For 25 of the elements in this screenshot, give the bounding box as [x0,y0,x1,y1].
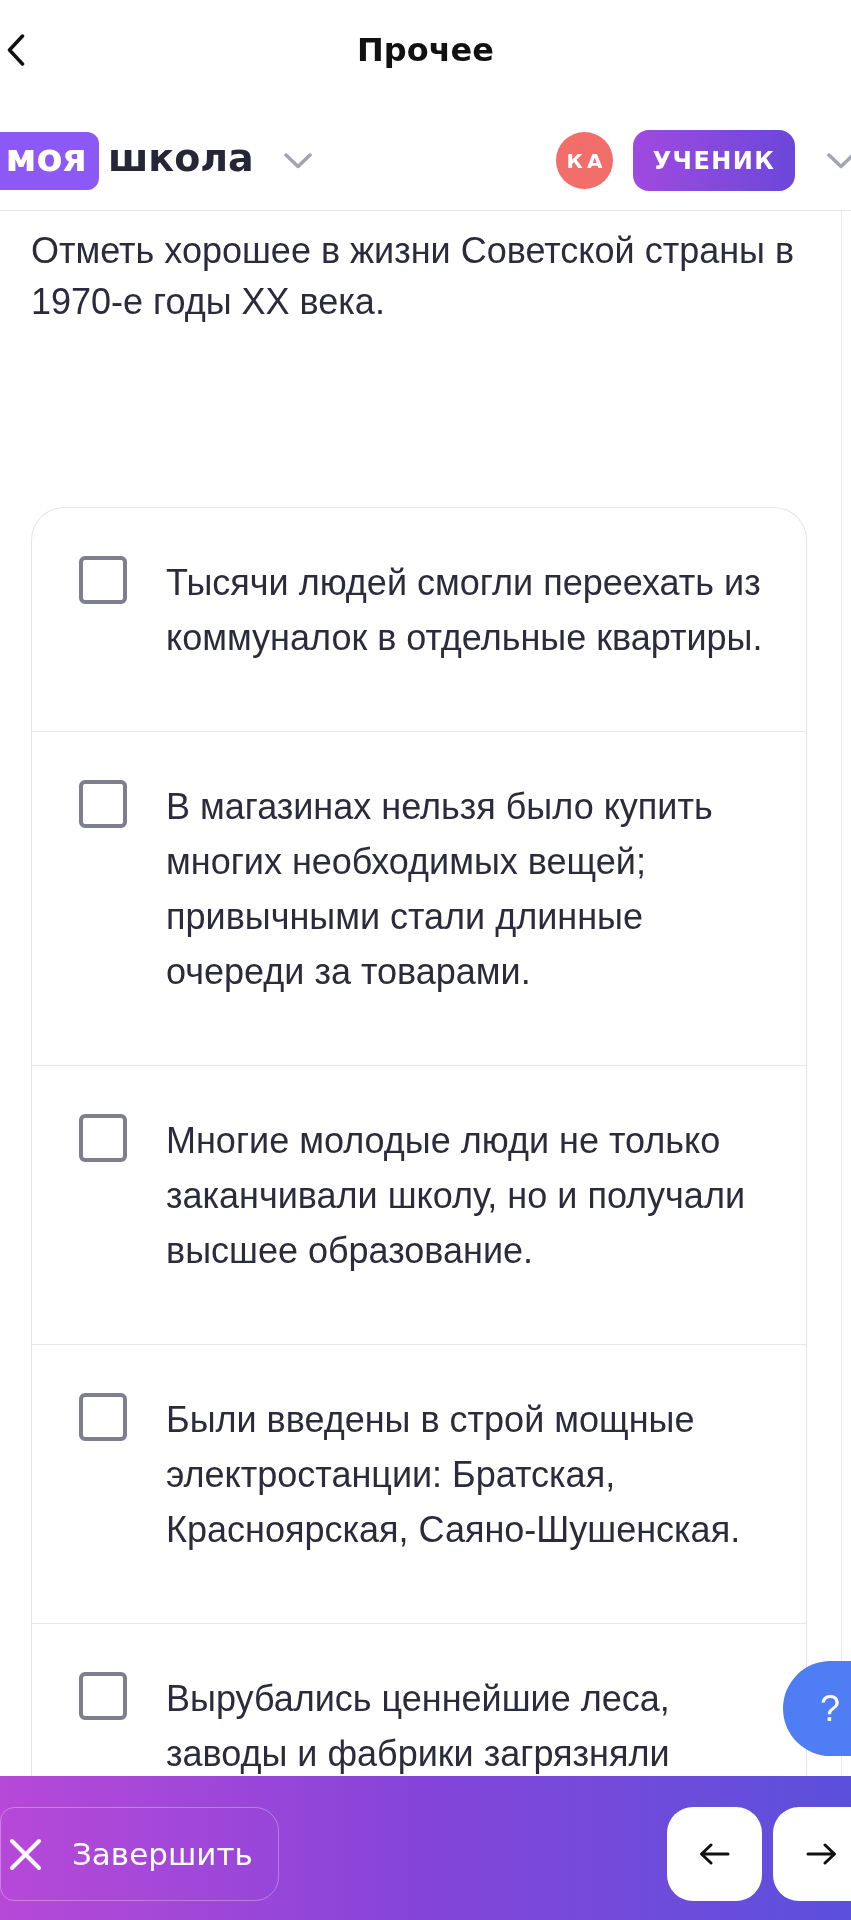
page-title: Прочее [356,30,494,70]
option-text: В магазинах нельзя было купить многих необходимых вещей; привычными стали длинные очереди за товарами. [166,785,714,994]
close-icon [9,1837,42,1871]
logo-badge: моя [0,131,99,190]
option-text: Вырубались ценнейшие леса, заводы и фабрики загрязняли [166,1677,671,1776]
checkbox[interactable] [79,556,127,604]
previous-button[interactable] [667,1807,762,1901]
next-button[interactable] [773,1807,851,1901]
chevron-down-icon[interactable] [283,152,312,169]
user-avatar[interactable]: КА [556,132,613,189]
question-text: Отметь хорошее в жизни Советской страны в 1970-е годы XX века. [30,229,796,324]
arrow-left-icon [699,1843,730,1865]
arrow-right-icon [806,1843,837,1865]
checkbox[interactable] [79,780,127,828]
checkbox[interactable] [79,1393,127,1441]
checkbox[interactable] [79,1114,127,1162]
finish-button[interactable]: Завершить [0,1807,279,1901]
chevron-down-icon[interactable] [827,152,851,169]
logo-text: школа [108,135,254,182]
option-text: Тысячи людей смогли переехать из коммуналок в отдельные квартиры. [166,561,764,660]
back-icon[interactable] [7,34,25,66]
option-text: Многие молодые люди не только заканчивали школу, но и получали высшее образование. [166,1119,746,1273]
option-text: Были введены в строй мощные электростанции: Братская, Красноярская, Саяно-Шушенская. [166,1398,742,1552]
role-badge: УЧЕНИК [633,130,795,191]
checkbox[interactable] [79,1672,127,1720]
